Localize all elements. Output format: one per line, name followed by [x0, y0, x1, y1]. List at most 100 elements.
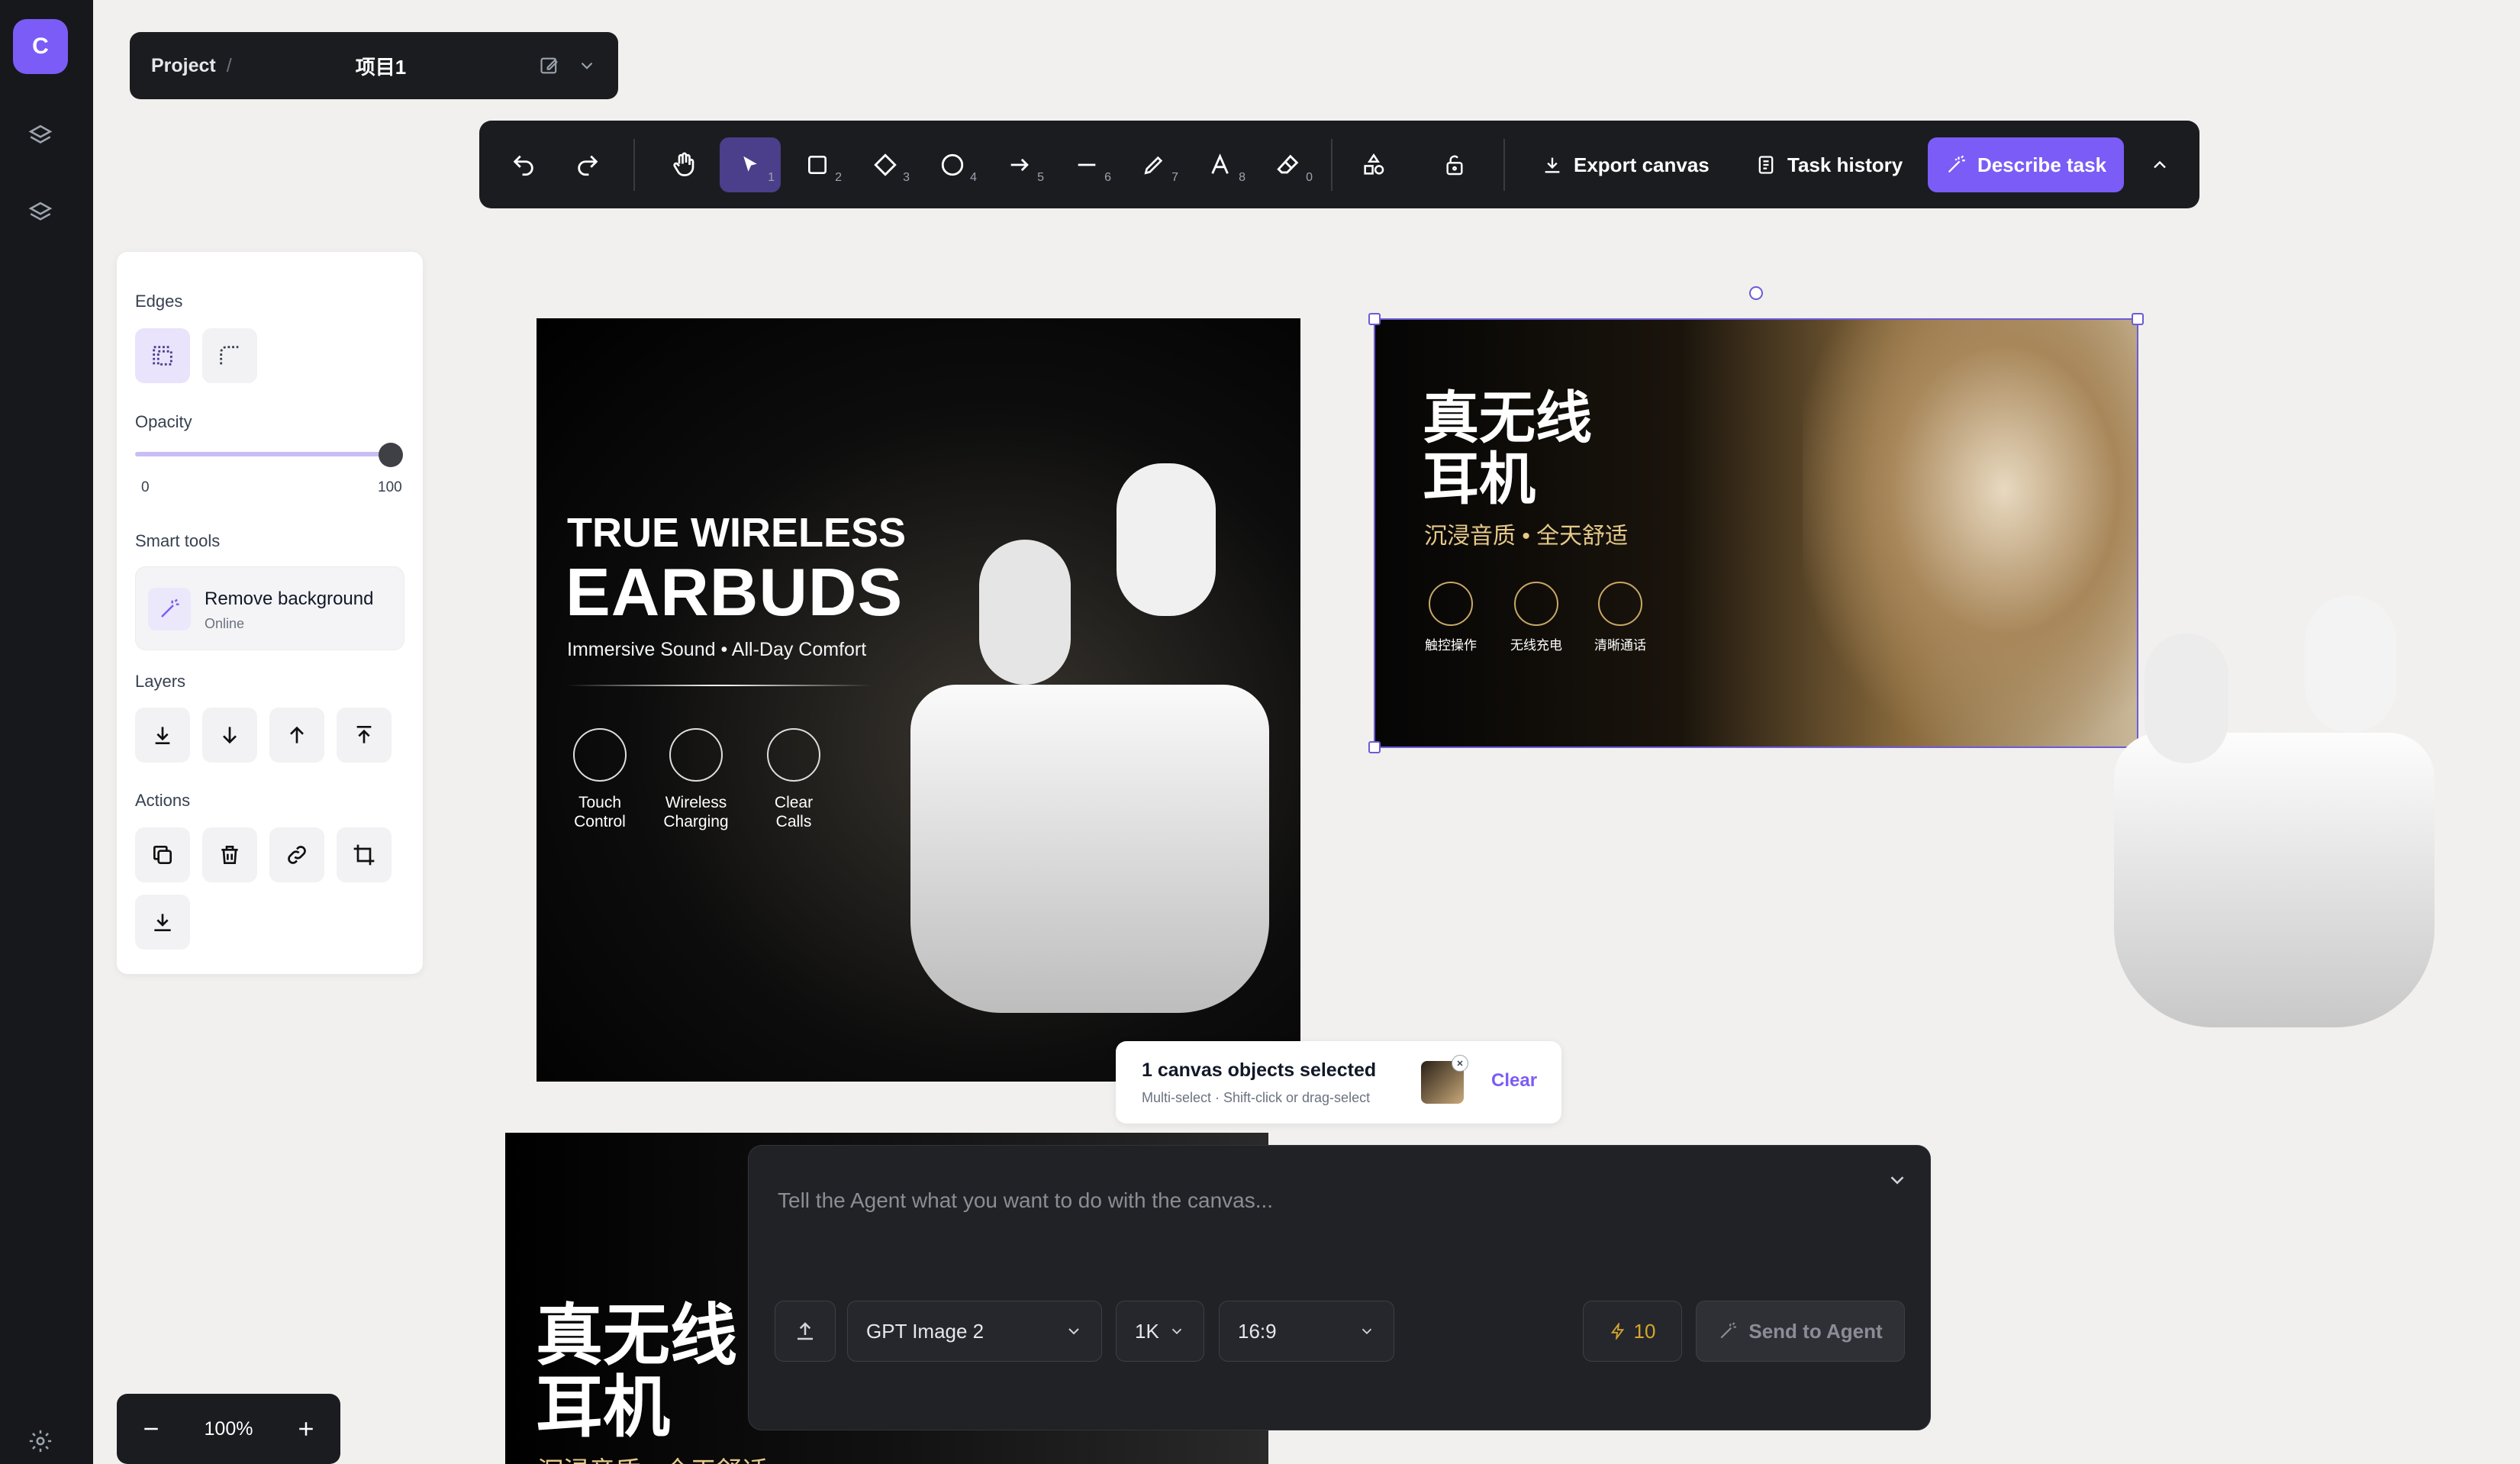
- magic-wand-icon: [1948, 155, 1965, 173]
- smart-tools-label: Smart tools: [135, 531, 221, 550]
- opacity-slider-knob[interactable]: [379, 443, 403, 467]
- zoom-in-button[interactable]: [295, 1417, 317, 1440]
- selection-chip: 1 canvas objects selected Multi-select ·…: [1116, 1041, 1561, 1124]
- eraser-tool-button[interactable]: 0: [1258, 137, 1319, 192]
- aspect-ratio-value: 16:9: [1238, 1319, 1277, 1343]
- zoom-level[interactable]: 100%: [205, 1418, 253, 1440]
- upload-icon: [798, 1322, 813, 1340]
- opacity-slider-track[interactable]: [135, 452, 392, 456]
- settings-gear-icon[interactable]: [25, 1426, 56, 1456]
- earbud-left-product: [2145, 634, 2228, 763]
- shortcut-number: 3: [903, 171, 910, 184]
- rectangle-tool-button[interactable]: 2: [787, 137, 848, 192]
- model-select[interactable]: GPT Image 2: [847, 1301, 1102, 1362]
- zoom-out-button[interactable]: [140, 1417, 163, 1440]
- aspect-ratio-select[interactable]: 16:9: [1219, 1301, 1394, 1362]
- layers-label: Layers: [135, 672, 186, 691]
- pencil-tool-button[interactable]: 7: [1123, 137, 1184, 192]
- earbuds-case-product: [910, 685, 1269, 1013]
- shortcut-number: 5: [1037, 171, 1044, 184]
- text-tool-button[interactable]: 8: [1191, 137, 1252, 192]
- remove-background-button[interactable]: Remove background Online: [135, 566, 404, 650]
- remove-background-title: Remove background: [205, 589, 374, 609]
- project-name[interactable]: 项目1: [356, 52, 406, 80]
- selection-count: 1 canvas objects selected: [1142, 1059, 1377, 1081]
- link-icon: [288, 846, 306, 864]
- export-canvas-button[interactable]: Export canvas: [1542, 137, 1710, 192]
- collapse-toolbar-button[interactable]: [2129, 137, 2190, 192]
- shapes-library-button[interactable]: [1343, 137, 1404, 192]
- breadcrumb-separator: /: [226, 54, 232, 76]
- sharp-corner-icon: [153, 346, 172, 366]
- earbud-right-product: [1117, 463, 1216, 616]
- diamond-tool-button[interactable]: 3: [855, 137, 916, 192]
- stack-icon[interactable]: [25, 195, 56, 226]
- magic-wand-icon: [148, 588, 191, 630]
- canvas-image-earbuds-en[interactable]: TRUE WIRELESS EARBUDS Immersive Sound • …: [537, 318, 1300, 1082]
- selection-hint: Multi-select · Shift-click or drag-selec…: [1142, 1090, 1371, 1105]
- resize-handle-sw[interactable]: [1368, 741, 1381, 753]
- chevron-down-icon: [1068, 1328, 1079, 1335]
- send-to-agent-button[interactable]: Send to Agent: [1696, 1301, 1905, 1362]
- line-tool-button[interactable]: 6: [1056, 137, 1117, 192]
- shortcut-number: 8: [1239, 171, 1245, 184]
- ad-headline-line1: 真无线: [536, 1298, 738, 1373]
- describe-task-button[interactable]: Describe task: [1928, 137, 2124, 192]
- project-label[interactable]: Project: [151, 55, 216, 77]
- ellipse-tool-button[interactable]: 4: [922, 137, 983, 192]
- rotate-handle[interactable]: [1749, 286, 1763, 300]
- opacity-label: Opacity: [135, 412, 192, 431]
- hand-tool-button[interactable]: [653, 137, 714, 192]
- remove-thumbnail-icon[interactable]: [1452, 1055, 1468, 1072]
- shortcut-number: 6: [1104, 171, 1111, 184]
- undo-button[interactable]: [493, 137, 554, 192]
- shortcut-number: 2: [835, 171, 842, 184]
- rounded-edges-button[interactable]: [202, 328, 257, 383]
- export-canvas-label: Export canvas: [1574, 153, 1710, 176]
- arrow-tool-button[interactable]: 5: [989, 137, 1050, 192]
- layers-icon[interactable]: [25, 121, 56, 151]
- lightning-icon: [1610, 1323, 1624, 1340]
- link-button[interactable]: [269, 827, 324, 882]
- crop-button[interactable]: [337, 827, 392, 882]
- send-to-back-button[interactable]: [135, 708, 190, 763]
- resize-handle-nw[interactable]: [1368, 313, 1381, 325]
- project-bar: Project / 项目1: [130, 32, 618, 99]
- bring-forward-button[interactable]: [269, 708, 324, 763]
- clear-selection-button[interactable]: Clear: [1491, 1070, 1537, 1092]
- resize-handle-ne[interactable]: [2132, 313, 2144, 325]
- toolbar-divider: [1503, 139, 1505, 191]
- select-tool-button[interactable]: 1: [720, 137, 781, 192]
- zoom-control: 100%: [117, 1394, 340, 1464]
- earbud-right-product: [2305, 595, 2396, 733]
- task-history-button[interactable]: Task history: [1755, 137, 1903, 192]
- upload-button[interactable]: [775, 1301, 836, 1362]
- shortcut-number: 7: [1171, 171, 1178, 184]
- selection-box[interactable]: [1368, 313, 2144, 753]
- model-select-value: GPT Image 2: [866, 1319, 984, 1343]
- resolution-select-value: 1K: [1135, 1319, 1159, 1343]
- unlock-button[interactable]: [1424, 137, 1485, 192]
- workspace-logo[interactable]: C: [13, 19, 68, 74]
- chevron-down-icon: [1362, 1328, 1372, 1335]
- toolbar-divider: [633, 139, 635, 191]
- agent-prompt-input[interactable]: Tell the Agent what you want to do with …: [778, 1188, 1273, 1213]
- ad-tagline: 沉浸音质 • 全天舒适: [537, 1450, 769, 1464]
- duplicate-button[interactable]: [135, 827, 190, 882]
- rename-icon[interactable]: [539, 55, 560, 76]
- ad-headline-line1: TRUE WIRELESS: [567, 510, 907, 556]
- bring-to-front-button[interactable]: [337, 708, 392, 763]
- send-backward-button[interactable]: [202, 708, 257, 763]
- sharp-edges-button[interactable]: [135, 328, 190, 383]
- download-button[interactable]: [135, 895, 190, 950]
- resolution-select[interactable]: 1K: [1116, 1301, 1204, 1362]
- plus-icon: [299, 1422, 313, 1436]
- chevron-down-icon[interactable]: [577, 56, 597, 76]
- delete-button[interactable]: [202, 827, 257, 882]
- chevron-down-icon[interactable]: [1886, 1169, 1909, 1192]
- download-icon: [1545, 157, 1560, 173]
- canvas-image-earbuds-cutout[interactable]: [2114, 733, 2435, 1027]
- toolbar-divider: [1331, 139, 1333, 191]
- arrow-up-icon: [290, 726, 304, 743]
- redo-button[interactable]: [557, 137, 618, 192]
